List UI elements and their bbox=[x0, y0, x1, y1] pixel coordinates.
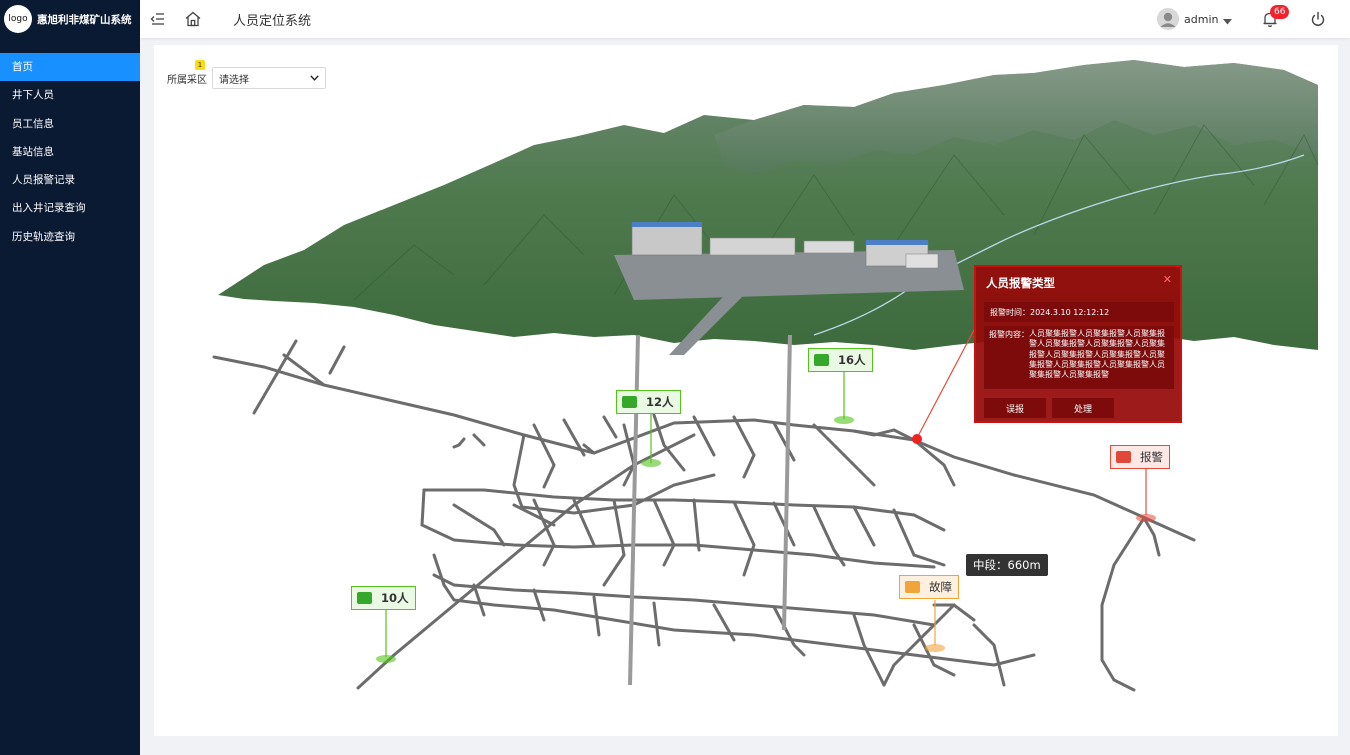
station-tag-alarm[interactable]: 报警 bbox=[1110, 445, 1170, 469]
notification-badge: 66 bbox=[1270, 5, 1290, 19]
sidebar-item-home[interactable]: 首页 bbox=[0, 53, 140, 82]
handle-alarm-button[interactable]: 处理 bbox=[1052, 398, 1114, 418]
main-content: 所属采区 1 请选择 12人 16人 10人 报警 故障 中段：660m 人员报… bbox=[154, 45, 1338, 736]
sidebar-item-track-history[interactable]: 历史轨迹查询 bbox=[0, 223, 140, 251]
sidebar-item-underground-personnel[interactable]: 井下人员 bbox=[0, 81, 140, 109]
alarm-time-value: 2024.3.10 12:12:12 bbox=[1030, 307, 1110, 317]
person-badge-icon bbox=[814, 354, 829, 366]
fault-badge-icon bbox=[905, 581, 920, 593]
sidebar: logo 惠旭利非煤矿山系统 首页 井下人员 员工信息 基站信息 人员报警记录 … bbox=[0, 0, 140, 755]
filter-count-badge: 1 bbox=[195, 59, 205, 70]
collapse-menu-icon[interactable] bbox=[148, 9, 168, 29]
system-name: 惠旭利非煤矿山系统 bbox=[37, 13, 132, 26]
sidebar-item-employee-info[interactable]: 员工信息 bbox=[0, 110, 140, 138]
alarm-badge-icon bbox=[1116, 451, 1131, 463]
sidebar-item-base-station-info[interactable]: 基站信息 bbox=[0, 138, 140, 166]
alarm-time-row: 报警时间： 2024.3.10 12:12:12 bbox=[984, 302, 1174, 322]
alarm-content-row: 报警内容： 人员聚集报警人员聚集报警人员聚集报警人员聚集报警人员聚集报警人员聚集… bbox=[984, 326, 1174, 389]
brand: logo 惠旭利非煤矿山系统 bbox=[0, 0, 140, 38]
home-icon[interactable] bbox=[183, 9, 203, 29]
alarm-time-label: 报警时间： bbox=[990, 307, 1030, 317]
top-bar: 人员定位系统 admin 66 bbox=[140, 0, 1350, 38]
person-badge-icon bbox=[622, 396, 637, 408]
location-markers[interactable] bbox=[376, 416, 1156, 663]
power-icon[interactable] bbox=[1308, 9, 1328, 29]
station-tag-10[interactable]: 10人 bbox=[351, 586, 416, 610]
user-menu[interactable]: admin bbox=[1157, 8, 1233, 30]
alarm-content-value: 人员聚集报警人员聚集报警人员聚集报警人员聚集报警人员聚集报警人员聚集报警人员聚集… bbox=[1029, 329, 1165, 380]
area-filter-label: 所属采区 1 bbox=[167, 59, 207, 86]
area-select-value: 请选择 bbox=[219, 74, 249, 86]
chevron-down-icon bbox=[310, 73, 319, 84]
station-tag-16[interactable]: 16人 bbox=[808, 348, 873, 372]
avatar bbox=[1157, 8, 1179, 30]
sidebar-item-alarm-records[interactable]: 人员报警记录 bbox=[0, 166, 140, 194]
area-select[interactable]: 请选择 bbox=[212, 67, 326, 89]
logo: logo bbox=[4, 5, 32, 33]
station-tag-12[interactable]: 12人 bbox=[616, 390, 681, 414]
distance-tooltip: 中段：660m bbox=[966, 554, 1048, 576]
caret-down-icon bbox=[1223, 10, 1233, 29]
username: admin bbox=[1184, 12, 1219, 26]
false-alarm-button[interactable]: 误报 bbox=[984, 398, 1046, 418]
person-badge-icon bbox=[357, 592, 372, 604]
sidebar-menu: 首页 井下人员 员工信息 基站信息 人员报警记录 出入井记录查询 历史轨迹查询 bbox=[0, 53, 140, 251]
station-tag-fault[interactable]: 故障 bbox=[899, 575, 959, 599]
sidebar-item-shaft-access-records[interactable]: 出入井记录查询 bbox=[0, 194, 140, 222]
area-filter: 所属采区 1 请选择 bbox=[167, 59, 326, 89]
alarm-popup: 人员报警类型 ✕ 报警时间： 2024.3.10 12:12:12 报警内容： … bbox=[974, 265, 1182, 423]
page-title: 人员定位系统 bbox=[233, 14, 312, 29]
alarm-popup-title: 人员报警类型 bbox=[986, 276, 1055, 290]
alarm-content-label: 报警内容： bbox=[989, 330, 1029, 339]
close-icon[interactable]: ✕ bbox=[1163, 273, 1172, 286]
